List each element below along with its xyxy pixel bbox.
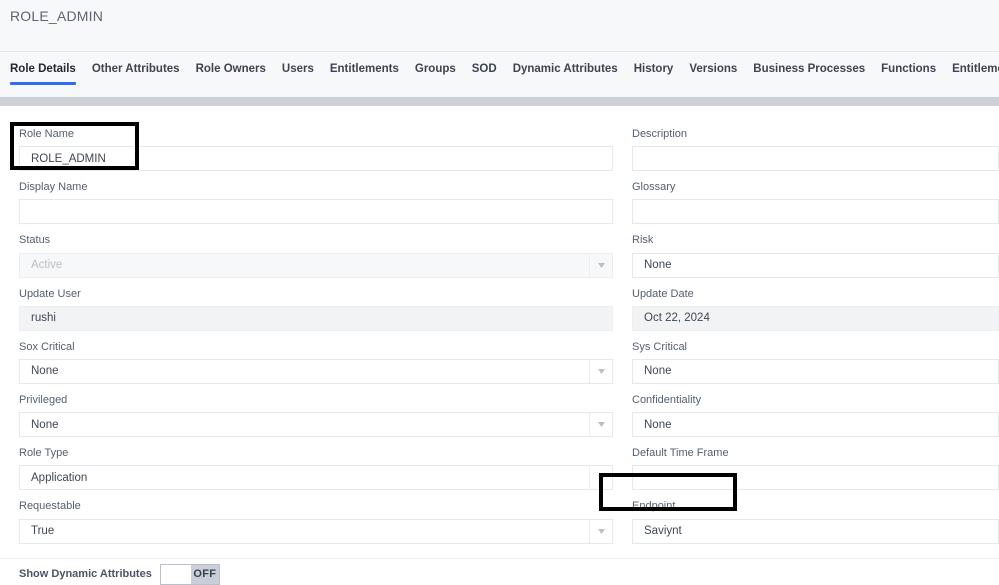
label-update-date: Update Date	[632, 287, 694, 300]
form-column-right: Description Glossary Risk None Update Date Oc…	[632, 128, 999, 554]
input-confidentiality[interactable]: None	[632, 412, 999, 438]
toggle-state-label: OFF	[190, 564, 219, 584]
value-sys-critical: None	[644, 365, 672, 378]
label-sox-critical: Sox Critical	[19, 340, 75, 353]
label-update-user: Update User	[19, 287, 81, 300]
label-display-name: Display Name	[19, 181, 88, 194]
field-update-user: Update User rushi	[19, 288, 613, 331]
label-role-type: Role Type	[19, 447, 69, 460]
tab-functions[interactable]: Functions	[881, 64, 936, 85]
input-privileged[interactable]: None	[19, 412, 613, 438]
input-sys-critical[interactable]: None	[632, 358, 999, 384]
input-requestable[interactable]: True	[19, 518, 613, 544]
input-role-name[interactable]: ROLE_ADMIN	[19, 146, 613, 172]
field-glossary: Glossary	[632, 181, 999, 225]
chevron-down-icon[interactable]	[589, 413, 612, 437]
value-update-user: rushi	[31, 312, 56, 325]
input-status: Active	[19, 252, 613, 278]
role-details-form: Role Name ROLE_ADMIN Display Name Status Act…	[0, 118, 999, 585]
value-risk: None	[644, 259, 672, 272]
field-description: Description	[632, 128, 999, 172]
label-sys-critical: Sys Critical	[632, 340, 688, 353]
field-role-name: Role Name ROLE_ADMIN	[19, 128, 613, 172]
field-confidentiality: Confidentiality None	[632, 393, 999, 438]
label-endpoint: Endpoint	[632, 500, 676, 513]
horizontal-scrollbar[interactable]	[0, 97, 999, 106]
bottom-divider	[0, 558, 999, 559]
tab-bar: Role Details Other Attributes Role Owners U…	[0, 52, 999, 97]
input-sox-critical[interactable]: None	[19, 358, 613, 384]
value-status: Active	[31, 259, 63, 272]
value-confidentiality: None	[644, 418, 672, 431]
label-status: Status	[19, 234, 51, 247]
tab-business-processes[interactable]: Business Processes	[753, 64, 865, 85]
tab-other-attributes[interactable]: Other Attributes	[92, 64, 180, 85]
input-role-type[interactable]: Application	[19, 465, 613, 491]
tab-sod[interactable]: SOD	[472, 64, 497, 85]
value-requestable: True	[31, 525, 55, 537]
field-privileged: Privileged None	[19, 393, 613, 438]
field-requestable: Requestable True	[19, 500, 613, 544]
value-endpoint: Saviynt	[644, 525, 682, 537]
tab-versions[interactable]: Versions	[689, 64, 737, 85]
label-role-name: Role Name	[19, 128, 75, 140]
label-confidentiality: Confidentiality	[632, 393, 702, 406]
field-default-time-frame: Default Time Frame	[632, 447, 999, 491]
tab-groups[interactable]: Groups	[415, 64, 456, 85]
field-endpoint: Endpoint Saviynt	[632, 500, 999, 544]
input-description[interactable]	[632, 146, 999, 172]
field-status: Status Active	[19, 234, 613, 278]
input-default-time-frame[interactable]	[632, 465, 999, 491]
label-privileged: Privileged	[19, 393, 68, 406]
input-glossary[interactable]	[632, 199, 999, 225]
value-update-date: Oct 22, 2024	[644, 312, 710, 325]
field-update-date: Update Date Oct 22, 2024	[632, 288, 999, 331]
tab-history[interactable]: History	[634, 64, 674, 85]
scrollbar-gap	[0, 106, 999, 118]
tab-users[interactable]: Users	[282, 64, 314, 85]
value-privileged: None	[31, 418, 59, 431]
input-endpoint[interactable]: Saviynt	[632, 518, 999, 544]
value-sox-critical: None	[31, 365, 59, 378]
page-header: ROLE_ADMIN	[0, 0, 999, 52]
label-requestable: Requestable	[19, 500, 81, 513]
page-title: ROLE_ADMIN	[10, 8, 104, 24]
field-risk: Risk None	[632, 234, 999, 278]
input-update-user[interactable]: rushi	[19, 305, 613, 331]
input-display-name[interactable]	[19, 199, 613, 225]
field-sys-critical: Sys Critical None	[632, 341, 999, 384]
field-role-type: Role Type Application	[19, 447, 613, 491]
tab-role-owners[interactable]: Role Owners	[196, 64, 266, 85]
value-role-type: Application	[31, 471, 88, 484]
chevron-down-icon[interactable]	[589, 359, 612, 383]
input-update-date[interactable]: Oct 22, 2024	[632, 305, 999, 331]
chevron-down-icon[interactable]	[589, 253, 612, 277]
field-sox-critical: Sox Critical None	[19, 341, 613, 384]
label-risk: Risk	[632, 234, 654, 247]
form-column-left: Role Name ROLE_ADMIN Display Name Status Act…	[19, 128, 613, 554]
toggle-knob	[160, 564, 191, 584]
chevron-down-icon[interactable]	[589, 519, 612, 543]
label-description: Description	[632, 128, 688, 140]
tab-dynamic-attributes[interactable]: Dynamic Attributes	[513, 64, 618, 85]
label-glossary: Glossary	[632, 181, 676, 194]
label-default-time-frame: Default Time Frame	[632, 447, 729, 460]
tab-entitlements[interactable]: Entitlements	[330, 64, 399, 85]
tab-entitlement-hierarchy[interactable]: Entitlement Hierarchy	[952, 64, 999, 85]
chevron-down-icon[interactable]	[589, 466, 612, 490]
value-role-name: ROLE_ADMIN	[31, 152, 106, 165]
show-dynamic-attributes-label: Show Dynamic Attributes	[19, 568, 152, 580]
field-display-name: Display Name	[19, 181, 613, 225]
input-risk[interactable]: None	[632, 252, 999, 278]
tab-role-details[interactable]: Role Details	[10, 64, 76, 85]
role-details-page: ROLE_ADMIN Role Details Other Attributes R…	[0, 0, 999, 585]
